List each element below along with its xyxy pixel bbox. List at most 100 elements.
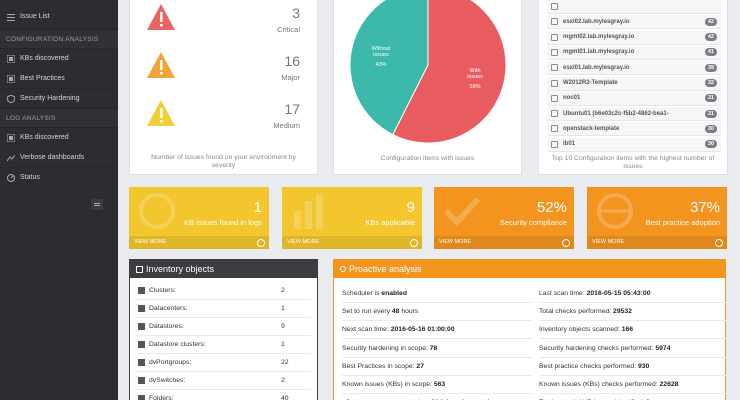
top10-row[interactable]: W2012R2-Template 32 [547, 76, 721, 91]
tile-view-more-link[interactable]: VIEW MORE [587, 236, 727, 249]
inventory-row: Datastores: 9 [136, 318, 311, 336]
top10-row[interactable]: esxi01.lab.mylesgray.io 39 [547, 61, 721, 76]
inventory-object-count: 2 [281, 287, 285, 294]
proactive-value: 166 [621, 326, 634, 334]
tile-best-practice-adoption[interactable]: 37% Best practice adoption VIEW MORE [587, 187, 727, 249]
vm-icon [551, 18, 558, 26]
pie-slice-label: 43% [375, 62, 386, 68]
vm-icon [551, 79, 558, 87]
proactive-row: Inventory objects scanned: 166 [539, 321, 729, 340]
top10-row[interactable]: noc01 31 [547, 91, 721, 106]
vm-icon [551, 125, 558, 133]
top10-row[interactable]: lb01 30 [547, 137, 721, 152]
warning-critical-icon [147, 4, 175, 30]
tile-label: Security compliance [499, 218, 567, 227]
inventory-object-icon [138, 287, 145, 294]
tile-label: KB issues found in logs [184, 218, 262, 227]
proactive-value: 930 [637, 362, 650, 370]
sidebar-item-label: KBs discovered [20, 134, 69, 141]
top10-row[interactable] [547, 0, 721, 14]
vm-icon [551, 33, 558, 41]
severity-count: 3 [292, 5, 300, 21]
proactive-row: Next scan time: 2016-05-16 01:00:00 [342, 321, 532, 340]
tile-view-more-link[interactable]: VIEW MORE [434, 236, 574, 249]
sidebar-item-status[interactable]: Status [0, 168, 118, 188]
top10-item-name: mgmt02.lab.mylesgray.io [563, 34, 635, 41]
shield-icon [6, 93, 16, 104]
inventory-object-icon [138, 359, 145, 366]
sidebar-item-log-kbs-discovered[interactable]: KBs discovered [0, 128, 118, 148]
sidebar-item-label: Issue List [20, 13, 50, 20]
proactive-row: Total potential KB issues identified: 9 [539, 394, 729, 400]
sidebar-item-label: Security Hardening [20, 95, 80, 102]
top10-item-count: 30 [704, 140, 717, 149]
tile-view-more-link[interactable]: VIEW MORE [129, 236, 269, 249]
warning-medium-icon [147, 100, 175, 126]
severity-count: 16 [284, 53, 300, 69]
tile-kbs-applicable[interactable]: 9 KBs applicable VIEW MORE [282, 187, 422, 249]
top10-row[interactable]: mgmt01.lab.mylesgray.io 41 [547, 45, 721, 60]
proactive-row: Total checks performed: 29532 [539, 303, 729, 322]
top10-row[interactable]: Ubuntu01 (b6e03c2c-f5b2-4862-bea1- 31 [547, 107, 721, 122]
sidebar-item-issue-list[interactable]: Issue List [0, 0, 118, 30]
tile-value: 37% [689, 199, 720, 216]
warning-major-icon [147, 52, 175, 78]
check-glyph-icon [443, 196, 481, 227]
sidebar-collapse-button[interactable] [91, 199, 103, 210]
severity-label: Major [281, 73, 300, 82]
proactive-value: 5974 [655, 344, 671, 352]
top10-row[interactable]: esxi02.lab.mylesgray.io 42 [547, 15, 721, 30]
inventory-object-icon [138, 341, 145, 348]
sidebar-section-configuration-analysis: CONFIGURATION ANALYSIS [0, 30, 118, 49]
arrow-circle-icon [715, 239, 723, 247]
tile-kb-issues-logs[interactable]: 1 KB issues found in logs VIEW MORE [129, 187, 269, 249]
top10-item-count: 41 [704, 48, 717, 57]
severity-caption: Number of issues found on your environme… [151, 154, 296, 169]
sidebar-section-log-analysis: LOG ANALYSIS [0, 109, 118, 128]
proactive-label: Scheduler is [342, 290, 382, 297]
vm-icon [551, 94, 558, 102]
tile-value: 9 [406, 199, 415, 216]
inventory-object-count: 40 [281, 395, 289, 400]
gauge-icon [7, 173, 15, 182]
top10-caption: Top 10 Configuration items with the high… [551, 155, 715, 170]
severity-label: Medium [273, 121, 300, 130]
inventory-object-count: 9 [281, 323, 285, 330]
trend-icon [6, 154, 16, 162]
tile-view-more-link[interactable]: VIEW MORE [282, 236, 422, 249]
proactive-row: Scheduler is enabled [342, 285, 532, 303]
proactive-label: Best practice checks performed: [539, 362, 638, 370]
sidebar-item-kbs-discovered[interactable]: KBs discovered [0, 49, 118, 69]
severity-label: Critical [277, 25, 300, 34]
arrow-circle-icon [257, 239, 265, 247]
proactive-row: Known issues (KBs) checks performed: 226… [539, 376, 729, 394]
config-items-pie-chart: Without issues43%With issues58% [349, 0, 507, 144]
sidebar-item-verbose-dashboards[interactable]: Verbose dashboards [0, 148, 118, 168]
proactive-row: Set to run every 48 hours [342, 303, 532, 322]
vm-icon [551, 140, 558, 148]
sidebar-item-best-practices[interactable]: Best Practices [0, 69, 118, 89]
sidebar-item-security-hardening[interactable]: Security Hardening [0, 89, 118, 109]
tile-security-compliance[interactable]: 52% Security compliance VIEW MORE [434, 187, 574, 249]
bars-glyph-icon [294, 195, 323, 229]
inventory-object-count: 1 [281, 305, 285, 312]
top10-item-name: mgmt01.lab.mylesgray.io [563, 49, 635, 56]
proactive-value: 2016-05-15 05:43:00 [586, 290, 651, 297]
top10-item-name: lb01 [563, 141, 576, 148]
proactive-label: Known issues (KBs) in scope: [342, 381, 434, 388]
inventory-object-icon [138, 305, 145, 312]
inventory-object-name: Datastores: [149, 323, 184, 330]
grid-icon [136, 266, 143, 273]
proactive-title: Proactive analysis [349, 264, 422, 274]
top10-row[interactable]: mgmt02.lab.mylesgray.io 42 [547, 30, 721, 45]
list-icon [7, 13, 15, 21]
vm-icon [551, 3, 558, 10]
proactive-value: 563 [433, 381, 446, 388]
severity-row-major: 16 Major [140, 49, 310, 89]
inventory-object-name: Datastore clusters: [149, 341, 206, 348]
inventory-row: Datastore clusters: 1 [136, 336, 311, 354]
severity-panel: 3 Critical 16 Major 17 Medium Number of … [129, 0, 318, 175]
sidebar-item-label: KBs discovered [20, 55, 69, 62]
inventory-object-count: 1 [281, 341, 285, 348]
top10-row[interactable]: openstack-template 30 [547, 122, 721, 137]
